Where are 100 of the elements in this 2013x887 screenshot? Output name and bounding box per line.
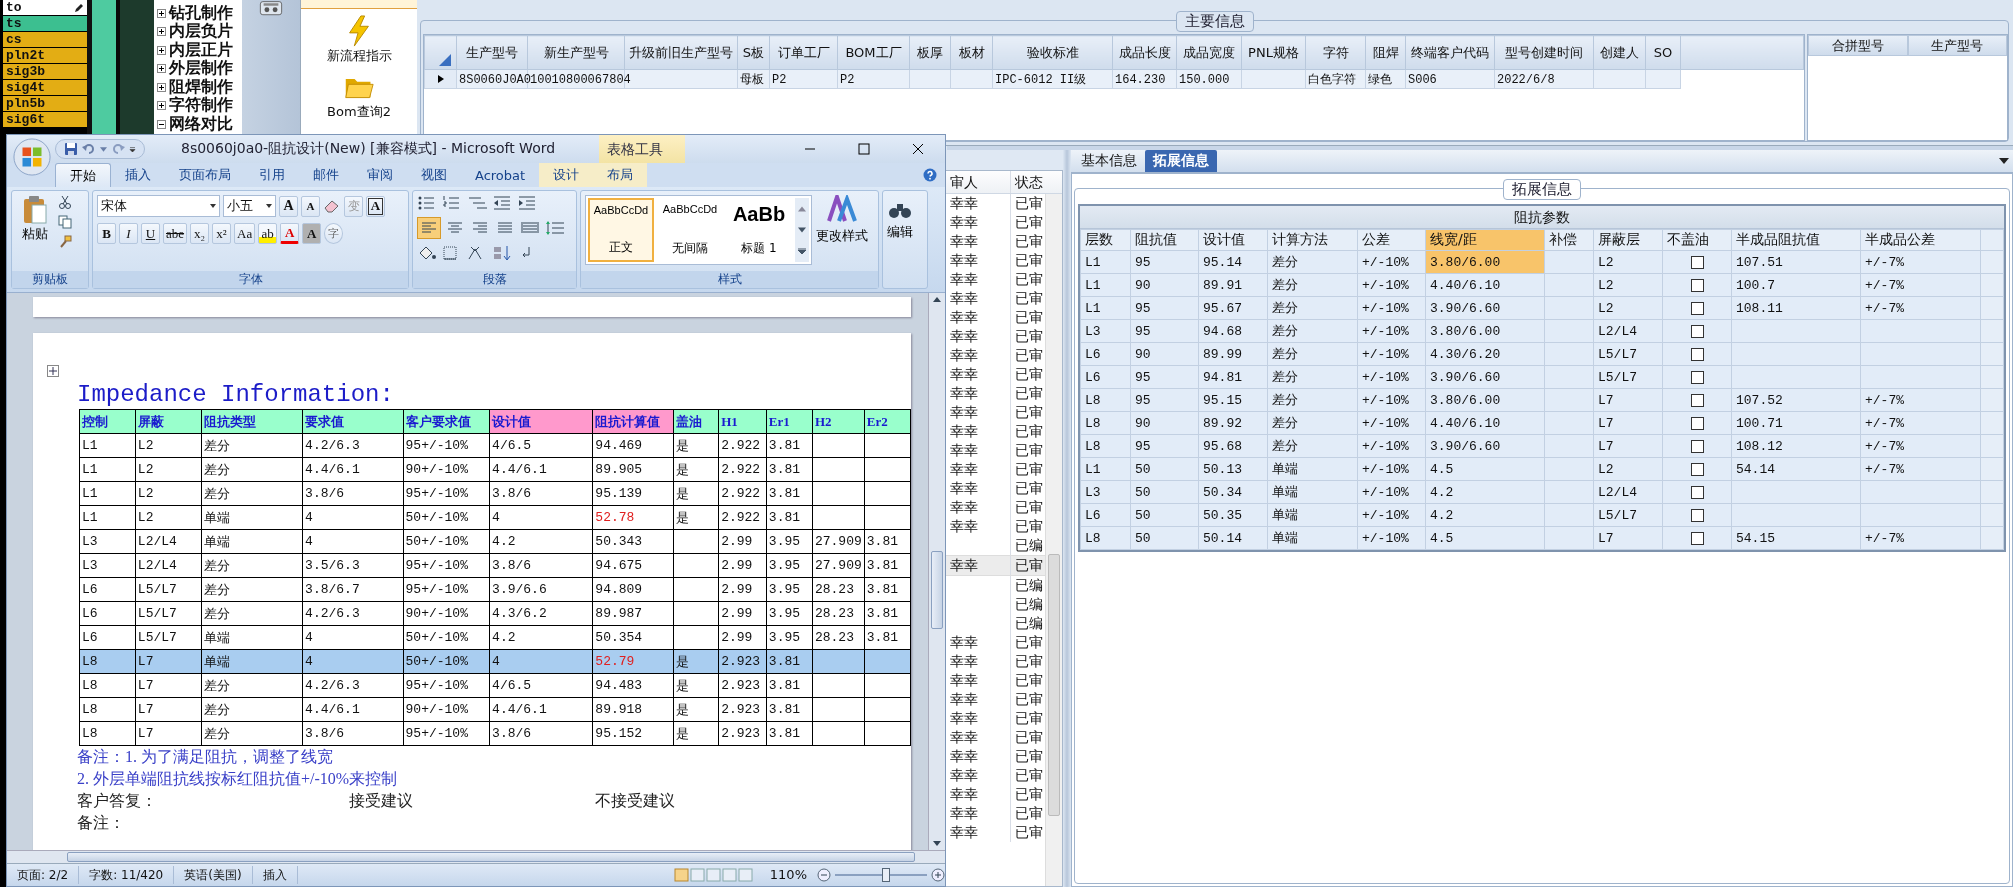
font-tool-button[interactable]: U <box>141 223 160 244</box>
column-header[interactable]: 半成品阻抗值 <box>1731 229 1861 251</box>
layer-item[interactable]: cs <box>3 32 87 48</box>
font-tool-button[interactable]: x² <box>212 223 232 244</box>
column-header[interactable]: BOM工厂 <box>837 35 910 70</box>
layer-item[interactable]: sig6t <box>3 112 87 128</box>
checkbox[interactable] <box>1690 531 1704 545</box>
ribbon-tab[interactable]: 开始 <box>55 163 111 187</box>
save-icon[interactable] <box>64 142 78 156</box>
collapse-icon[interactable] <box>157 119 166 129</box>
tree-item[interactable]: 字符制作 <box>154 96 242 115</box>
select-all-icon[interactable] <box>439 53 451 66</box>
tree-item[interactable]: 外层制作 <box>154 59 242 78</box>
tree-item[interactable]: 钻孔制作 <box>154 4 242 23</box>
slider-thumb[interactable] <box>881 868 890 882</box>
scrollbar[interactable] <box>928 293 945 850</box>
tab[interactable]: 基本信息 <box>1073 150 1145 172</box>
scrollbar[interactable] <box>1045 194 1062 886</box>
multilevel-list-icon[interactable] <box>467 195 489 211</box>
font-tool-button[interactable]: A <box>301 195 320 217</box>
font-tool-button[interactable]: x₂ <box>190 223 210 244</box>
column-header[interactable]: 状态 <box>1011 171 1049 193</box>
copy-icon[interactable] <box>58 215 72 229</box>
column-header[interactable]: 生产型号 <box>1907 35 2007 56</box>
caret-icon[interactable] <box>266 204 272 208</box>
column-header[interactable]: 验收标准 <box>992 35 1113 70</box>
zoom-in-icon[interactable] <box>931 868 945 882</box>
move-handle-icon[interactable] <box>47 365 59 377</box>
layer-item[interactable]: ts <box>3 16 87 32</box>
expand-icon[interactable] <box>157 27 166 37</box>
font-name-field[interactable]: 宋体 <box>97 195 220 217</box>
layer-item[interactable]: sig3b <box>3 64 87 80</box>
brush-icon[interactable] <box>58 235 72 249</box>
layer-item[interactable]: pln2t <box>3 48 87 64</box>
ribbon-tab[interactable]: 视图 <box>407 163 461 187</box>
column-header[interactable]: 订单工厂 <box>769 35 838 70</box>
font-tool-button[interactable]: Aa <box>234 223 256 244</box>
expand-icon[interactable] <box>798 248 806 255</box>
checkbox[interactable] <box>1690 508 1704 522</box>
caret-icon[interactable] <box>210 204 216 208</box>
customize-icon[interactable] <box>129 146 136 152</box>
zoom-out-icon[interactable] <box>817 868 831 882</box>
ribbon-tab[interactable]: 邮件 <box>299 163 353 187</box>
checkbox[interactable] <box>1690 462 1704 476</box>
column-header[interactable]: 屏蔽层 <box>1593 229 1663 251</box>
tree-item[interactable]: 内层负片 <box>154 22 242 41</box>
scissors-icon[interactable] <box>58 195 72 209</box>
tab[interactable]: 拓展信息 <box>1145 150 1217 172</box>
eraser-icon[interactable] <box>323 198 341 214</box>
column-header[interactable]: 板厚 <box>909 35 951 70</box>
scrollbar-thumb[interactable] <box>67 852 915 862</box>
maximize-icon[interactable] <box>858 143 870 155</box>
ribbon-tab[interactable]: 引用 <box>245 163 299 187</box>
paste-button[interactable]: 粘贴 <box>16 195 54 267</box>
checkbox[interactable] <box>1690 370 1704 384</box>
ribbon-tab[interactable]: Acrobat <box>461 163 540 187</box>
ribbon-tab[interactable]: 插入 <box>111 163 165 187</box>
scroll-down-icon[interactable] <box>798 227 806 233</box>
ribbon-tab[interactable]: 布局 <box>593 163 648 187</box>
style-option[interactable]: AaBbCcDd 正文 <box>588 198 654 262</box>
checkbox[interactable] <box>1690 301 1704 315</box>
checkbox[interactable] <box>1690 278 1704 292</box>
layer-item[interactable]: to <box>3 0 87 16</box>
list-row[interactable]: 幸幸 已审 <box>946 555 1045 576</box>
expand-icon[interactable] <box>157 8 166 18</box>
column-header[interactable]: 终端客户代码 <box>1405 35 1495 70</box>
font-size-field[interactable]: 小五 <box>223 195 276 217</box>
scrollbar[interactable] <box>7 850 945 863</box>
launcher-item[interactable]: 新流程指示 <box>326 15 392 65</box>
column-header[interactable]: S板 <box>737 35 770 70</box>
expand-icon[interactable] <box>157 64 166 74</box>
column-header[interactable]: 成品长度 <box>1112 35 1177 70</box>
zoom-level[interactable]: 110% <box>759 866 817 884</box>
font-tool-button[interactable]: 字 <box>324 223 344 244</box>
font-tool-button[interactable]: I <box>119 223 138 244</box>
ribbon-tab[interactable]: 页面布局 <box>165 163 245 187</box>
font-tool-button[interactable]: B <box>97 223 116 244</box>
font-tool-button[interactable]: abe <box>163 223 188 244</box>
font-tool-button[interactable]: ab <box>258 223 278 244</box>
layer-item[interactable]: sig4t <box>3 80 87 96</box>
tree-item[interactable]: 内层正片 <box>154 41 242 60</box>
column-header[interactable]: 阻抗值 <box>1130 229 1199 251</box>
caret-icon[interactable] <box>1999 158 2009 164</box>
tree-item[interactable]: 阻焊制作 <box>154 78 242 97</box>
column-header[interactable]: 合拼型号 <box>1808 35 1908 56</box>
layer-item[interactable]: pln5b <box>3 96 87 112</box>
checkbox[interactable] <box>1690 485 1704 499</box>
close-icon[interactable] <box>912 143 924 155</box>
change-styles-button[interactable]: 更改样式 <box>816 195 868 267</box>
checkbox[interactable] <box>1690 347 1704 361</box>
column-header[interactable]: 不盖油 <box>1662 229 1732 251</box>
font-tool-button[interactable]: A <box>366 195 385 217</box>
column-header[interactable]: 生产型号 <box>456 35 528 70</box>
column-header[interactable]: 字符 <box>1305 35 1366 70</box>
checkbox[interactable] <box>1690 255 1704 269</box>
column-header[interactable]: 线宽/距 <box>1425 229 1545 251</box>
font-tool-button[interactable]: A <box>279 195 298 217</box>
ribbon-tab[interactable]: 审阅 <box>353 163 407 187</box>
column-header[interactable]: 公差 <box>1357 229 1426 251</box>
font-tool-button[interactable]: A <box>280 223 300 244</box>
